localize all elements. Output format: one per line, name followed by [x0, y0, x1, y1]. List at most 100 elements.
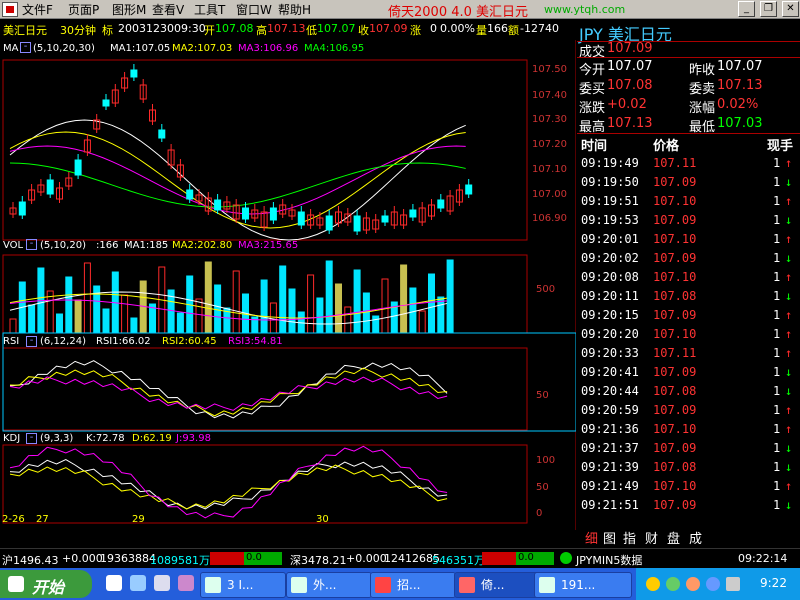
tick-price: 107.09 — [653, 403, 697, 417]
tick-list[interactable]: 09:19:49 107.11 1 ↑ 09:19:50 107.09 1 ↓ 09:19:51… — [577, 156, 800, 517]
restore-button[interactable]: ❐ — [760, 1, 777, 17]
info-time: 09:30 — [174, 22, 206, 35]
tick-row: 09:20:33 107.11 1 ↑ — [577, 346, 799, 365]
tray-icon-5[interactable] — [726, 577, 740, 591]
sh-bar: 0.0 — [210, 552, 282, 565]
quicklaunch-app-icon[interactable] — [178, 575, 194, 591]
start-button[interactable]: 开始 — [0, 570, 92, 598]
tick-volume: 1 — [773, 346, 781, 360]
task-button-2[interactable]: 外... — [286, 572, 372, 598]
taskbar-clock: 9:22 — [760, 576, 787, 590]
menu-window[interactable]: 窗口W — [236, 1, 272, 18]
tray-icon-2[interactable] — [666, 577, 680, 591]
volume-bar — [9, 318, 17, 334]
tick-row: 09:20:01 107.10 1 ↑ — [577, 232, 799, 251]
tab-detail[interactable]: 细 — [585, 528, 598, 547]
info-high-label: 高 — [256, 24, 267, 37]
tick-volume: 1 — [773, 327, 781, 341]
tick-row: 09:20:41 107.09 1 ↓ — [577, 365, 799, 384]
candle-body — [158, 129, 166, 139]
ma3-value: MA3:106.96 — [238, 43, 299, 54]
task-button-3[interactable]: 招... — [370, 572, 456, 598]
chart-canvas[interactable] — [0, 40, 576, 530]
tray-icon-1[interactable] — [646, 577, 660, 591]
tick-time: 09:19:51 — [581, 194, 639, 208]
volume-bar — [121, 294, 129, 334]
candle-body — [102, 99, 110, 107]
menu-graph[interactable]: 图形M — [112, 1, 146, 18]
vol-ytick: 500 — [536, 284, 556, 295]
volume-bar — [344, 306, 352, 334]
minimize-button[interactable]: _ — [738, 1, 755, 17]
tick-price: 107.09 — [653, 251, 697, 265]
quicklaunch-desktop-icon[interactable] — [154, 575, 170, 591]
arrow-down-icon: ↓ — [785, 498, 793, 512]
sz-bar: 0.0 — [482, 552, 554, 565]
menu-tools[interactable]: 工具T — [194, 1, 225, 18]
tick-row: 09:20:11 107.08 1 ↓ — [577, 289, 799, 308]
tab-indicator[interactable]: 指 — [623, 528, 636, 547]
open-value: 107.07 — [607, 59, 653, 74]
tray-icon-4[interactable] — [706, 577, 720, 591]
tick-header-volume: 现手 — [767, 139, 794, 154]
info-open-label: 开 — [204, 24, 215, 37]
candle-body — [242, 207, 249, 220]
kdj-ytick-50: 50 — [536, 482, 549, 493]
volume-bar — [269, 302, 277, 334]
candle-body — [409, 209, 417, 218]
info-date: 20031230 — [118, 22, 174, 35]
tick-time: 09:20:02 — [581, 251, 639, 265]
ma-ytick-4: 107.20 — [532, 139, 567, 150]
kdj-collapse-button[interactable]: - — [26, 433, 37, 444]
info-close-label: 收 — [358, 24, 369, 37]
volume-bar — [288, 288, 296, 334]
task-button-1[interactable]: 3 I... — [200, 572, 286, 598]
vol-ma2: MA2:202.80 — [172, 240, 233, 251]
menu-help[interactable]: 帮助H — [278, 1, 311, 18]
vol-current: :166 — [96, 240, 119, 251]
kdj-panel-frame — [2, 444, 528, 524]
ma4-value: MA4:106.95 — [304, 43, 365, 54]
ma1-value: MA1:107.05 — [110, 43, 171, 54]
menu-page[interactable]: 页面P — [68, 1, 99, 18]
tick-volume: 1 — [773, 365, 781, 379]
ma-collapse-button[interactable]: - — [20, 42, 31, 53]
close-button[interactable]: ✕ — [782, 1, 799, 17]
tab-chart[interactable]: 图 — [603, 528, 616, 547]
sh-amount: 1089581万 — [150, 554, 210, 567]
kdj-lines — [9, 445, 448, 519]
info-high: 107.13 — [267, 22, 306, 35]
menu-view[interactable]: 查看V — [152, 1, 184, 18]
volume-bar — [204, 261, 212, 334]
rsi-panel-frame — [2, 347, 528, 431]
app-icon[interactable] — [2, 2, 18, 17]
tab-orderbook[interactable]: 盘 — [667, 528, 680, 547]
info-close: 107.09 — [369, 22, 408, 35]
kdj-params: (9,3,3) — [40, 433, 74, 444]
rsi-collapse-button[interactable]: - — [26, 336, 37, 347]
tab-finance[interactable]: 财 — [645, 528, 658, 547]
tab-trades[interactable]: 成 — [689, 528, 702, 547]
kdj-j-line — [9, 445, 448, 519]
volume-bar — [65, 276, 73, 334]
menu-file[interactable]: 文件F — [22, 1, 53, 18]
sh-change: +0.000 — [62, 552, 103, 565]
tick-price: 107.10 — [653, 327, 697, 341]
rsi-params: (6,12,24) — [40, 336, 86, 347]
app-title: 倚天2000 4.0 — [388, 5, 472, 20]
rsi-label: RSI — [3, 336, 20, 347]
quicklaunch-ie-icon[interactable] — [130, 575, 146, 591]
info-chg: 0 — [430, 22, 437, 35]
info-vol-label: 量 — [476, 24, 487, 37]
tray-icon-3[interactable] — [686, 577, 700, 591]
sz-index: 深3478.21 — [290, 554, 347, 567]
quicklaunch-media-icon[interactable] — [106, 575, 122, 591]
tick-price: 107.09 — [653, 175, 697, 189]
vol-collapse-button[interactable]: - — [26, 239, 37, 250]
tick-time: 09:20:20 — [581, 327, 639, 341]
info-vol: 166 — [487, 22, 508, 35]
ma-ytick-7: 106.90 — [532, 213, 567, 224]
tick-time: 09:20:11 — [581, 289, 639, 303]
task-button-5[interactable]: 191... — [534, 572, 632, 598]
tick-time: 09:20:41 — [581, 365, 639, 379]
